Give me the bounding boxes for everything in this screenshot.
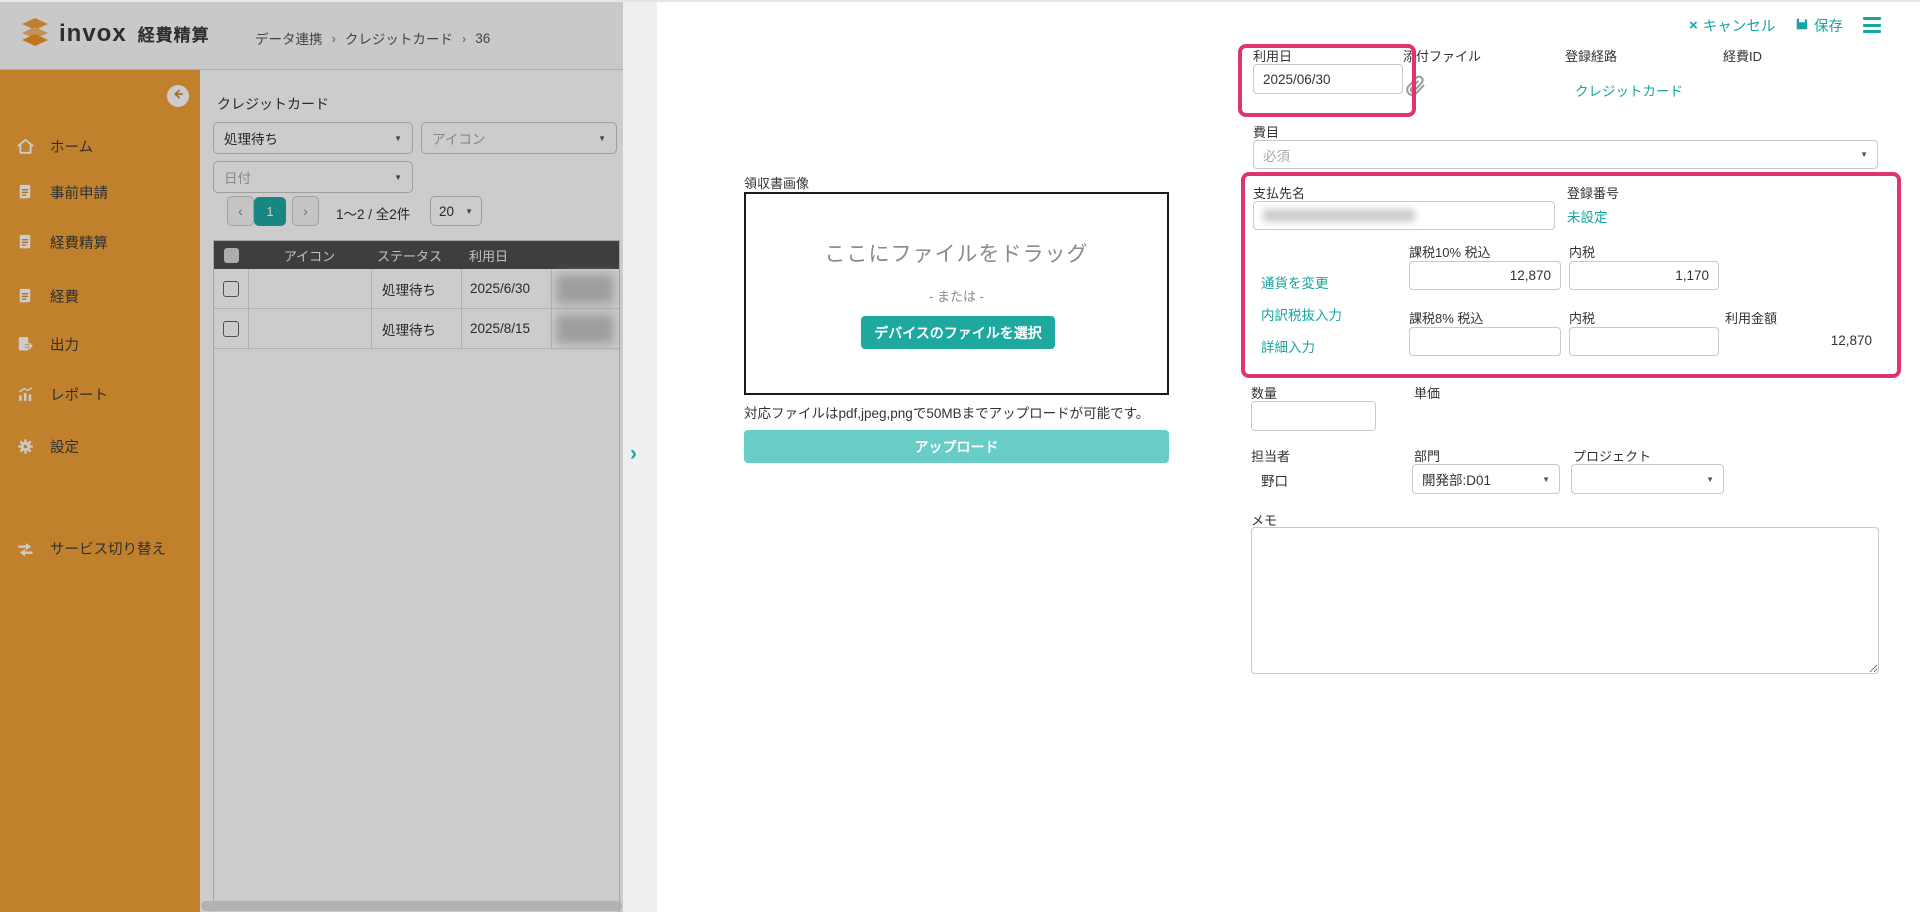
expense-id-label: 経費ID — [1723, 46, 1762, 65]
registration-number-label: 登録番号 — [1567, 183, 1619, 202]
app-screen: invox 経費精算 データ連携 › クレジットカード › 36 ホーム — [0, 0, 1920, 912]
unit-price-label: 単価 — [1414, 383, 1440, 402]
file-dropzone[interactable]: ここにファイルをドラッグ - または - デバイスのファイルを選択 — [744, 192, 1169, 395]
project-select[interactable]: ▼ — [1571, 464, 1724, 494]
change-currency-link[interactable]: 通貨を変更 — [1261, 272, 1329, 292]
category-label: 費目 — [1253, 122, 1279, 141]
person-label: 担当者 — [1251, 446, 1290, 465]
chevron-down-icon: ▼ — [1542, 475, 1550, 484]
tax8-label: 課税8% 税込 — [1409, 308, 1483, 327]
floppy-disk-icon — [1795, 17, 1809, 35]
panel-gutter — [623, 0, 657, 912]
category-select[interactable]: 必須 ▼ — [1253, 140, 1878, 169]
upload-note: 対応ファイルはpdf,jpeg,pngで50MBまでアップロードが可能です。 — [744, 402, 1149, 422]
department-label: 部門 — [1414, 446, 1440, 465]
detail-input-link[interactable]: 詳細入力 — [1261, 336, 1315, 356]
tax10-input[interactable] — [1409, 261, 1561, 290]
project-label: プロジェクト — [1573, 446, 1651, 465]
tax10-inner-label: 内税 — [1569, 242, 1595, 261]
attachment-label: 添付ファイル — [1403, 46, 1481, 65]
total-amount-value: 12,870 — [1725, 333, 1872, 348]
payee-label: 支払先名 — [1253, 183, 1305, 202]
quantity-label: 数量 — [1251, 383, 1277, 402]
close-icon: × — [1689, 17, 1698, 34]
upload-button[interactable]: アップロード — [744, 430, 1169, 463]
tax8-inner-input[interactable] — [1569, 327, 1719, 356]
category-placeholder: 必須 — [1263, 145, 1290, 165]
paperclip-icon[interactable] — [1404, 73, 1428, 104]
tax10-label: 課税10% 税込 — [1409, 242, 1491, 261]
redacted-payee-blur — [1263, 209, 1415, 222]
department-select[interactable]: 開発部:D01 ▼ — [1412, 464, 1560, 494]
window-top-edge — [0, 0, 1920, 2]
save-label: 保存 — [1814, 15, 1843, 36]
memo-textarea[interactable] — [1251, 527, 1879, 674]
quantity-input[interactable] — [1251, 401, 1376, 431]
total-amount-label: 利用金額 — [1725, 308, 1777, 327]
chevron-down-icon: ▼ — [1860, 150, 1868, 159]
dropzone-or-text: - または - — [746, 286, 1167, 305]
receipt-image-label: 領収書画像 — [744, 173, 809, 192]
registration-route-label: 登録経路 — [1565, 46, 1617, 65]
menu-icon[interactable] — [1863, 17, 1881, 33]
tax8-input[interactable] — [1409, 327, 1561, 356]
select-device-file-button[interactable]: デバイスのファイルを選択 — [861, 316, 1055, 349]
cancel-label: キャンセル — [1703, 15, 1776, 36]
tax8-inner-label: 内税 — [1569, 308, 1595, 327]
breakdown-tax-excluded-link[interactable]: 内訳税抜入力 — [1261, 304, 1342, 324]
chevron-down-icon: ▼ — [1706, 475, 1714, 484]
department-value: 開発部:D01 — [1422, 469, 1491, 489]
tax10-inner-input[interactable] — [1569, 261, 1719, 290]
dim-overlay[interactable] — [0, 0, 623, 912]
person-value: 野口 — [1261, 470, 1288, 490]
panel-expand-chevron-icon[interactable]: › — [630, 442, 637, 466]
cancel-button[interactable]: × キャンセル — [1689, 15, 1775, 36]
usage-date-input[interactable] — [1253, 64, 1403, 94]
registration-route-value[interactable]: クレジットカード — [1575, 80, 1683, 100]
expense-detail-panel: › × キャンセル 保存 領収書画像 ここにファイルをドラッグ - または - … — [623, 0, 1920, 912]
save-button[interactable]: 保存 — [1795, 15, 1843, 36]
registration-number-value[interactable]: 未設定 — [1567, 206, 1608, 226]
dropzone-drag-text: ここにファイルをドラッグ — [746, 238, 1167, 268]
usage-date-label: 利用日 — [1253, 46, 1292, 65]
